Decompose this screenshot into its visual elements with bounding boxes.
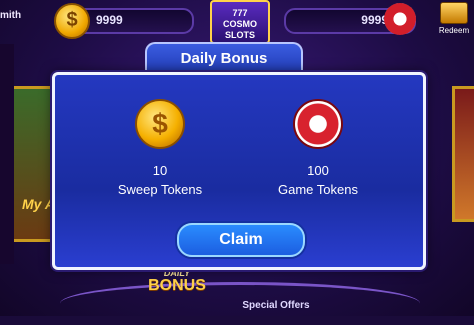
- claim-button[interactable]: Claim: [177, 223, 305, 257]
- reward-amount: 100: [307, 163, 329, 178]
- side-game-tile-right[interactable]: [452, 86, 474, 222]
- daily-bonus-dialog: $ 10 Sweep Tokens 100 Game Tokens Claim: [52, 72, 426, 270]
- coin-balance-value: 9999: [96, 13, 123, 27]
- redeem-label: Redeem: [438, 26, 470, 35]
- gold-coin-icon: $: [135, 99, 185, 149]
- logo-line1: 777: [232, 8, 248, 18]
- redeem-button[interactable]: Redeem: [436, 2, 472, 38]
- app-logo: 777 COSMO SLOTS: [210, 0, 270, 44]
- daily-bonus-nav-big: BONUS: [148, 277, 206, 294]
- coin-icon: $: [54, 3, 90, 39]
- reward-label: Game Tokens: [278, 182, 358, 197]
- username: mith: [0, 10, 22, 21]
- logo-line2: COSMO: [222, 19, 257, 29]
- redeem-icon: [440, 2, 468, 24]
- reward-amount: 10: [152, 163, 168, 178]
- dialog-title: Daily Bonus: [180, 50, 268, 67]
- logo-line3: SLOTS: [224, 30, 255, 40]
- reward-label: Sweep Tokens: [117, 182, 203, 197]
- special-offers-nav-button[interactable]: Special Offers: [236, 300, 316, 311]
- left-dark-strip: [0, 44, 14, 264]
- chip-icon: [384, 3, 416, 35]
- top-bar: mith 9999 $ 777 COSMO SLOTS 9999 Redeem: [0, 0, 474, 44]
- reward-sweep-tokens: $ 10 Sweep Tokens: [100, 99, 220, 197]
- reward-game-tokens: 100 Game Tokens: [258, 99, 378, 197]
- side-game-tile-left[interactable]: [14, 86, 57, 242]
- poker-chip-icon: [293, 99, 343, 149]
- daily-bonus-nav-button[interactable]: DAILY BONUS: [142, 268, 212, 316]
